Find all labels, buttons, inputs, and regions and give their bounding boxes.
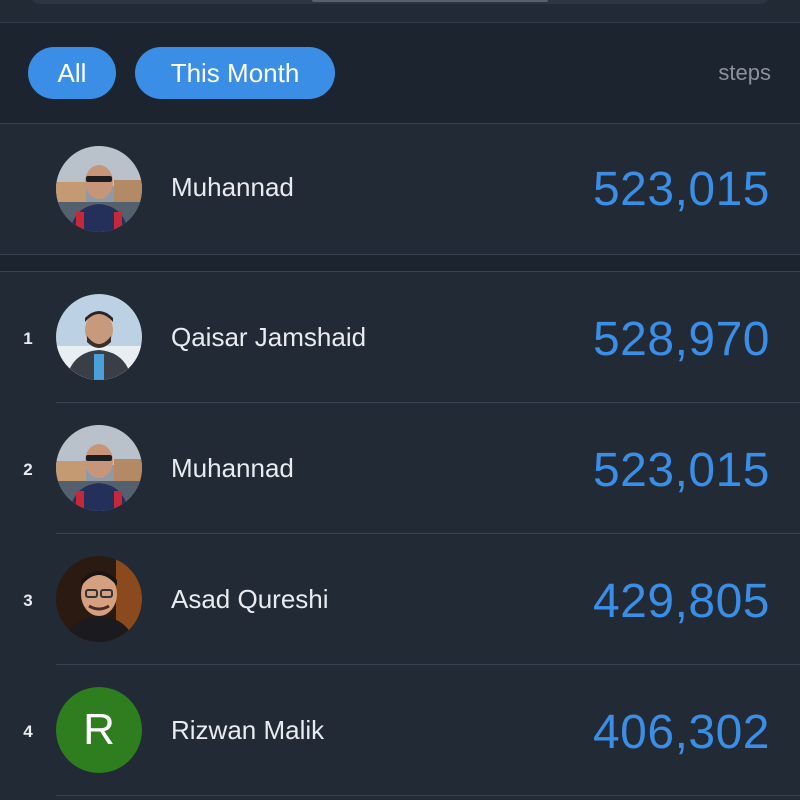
leaderboard-row[interactable]: 1 Qaisar Jamshaid 528,970	[0, 272, 800, 403]
user-name: Muhannad	[171, 172, 294, 202]
drag-handle[interactable]	[312, 0, 548, 2]
avatar-photo-man-beard	[56, 294, 142, 380]
avatar-photo-man-sunglasses	[56, 425, 142, 511]
rank-number: 4	[23, 722, 33, 741]
step-count: 523,015	[592, 163, 770, 216]
filter-all-button[interactable]: All	[28, 47, 116, 99]
step-count: 528,970	[592, 313, 770, 366]
top-search-bar[interactable]	[30, 0, 770, 4]
step-count: 406,302	[592, 706, 770, 759]
avatar-letter: R	[56, 687, 142, 773]
user-name: Asad Qureshi	[171, 584, 329, 614]
filter-bar: All This Month steps	[0, 23, 800, 123]
avatar-initial: R	[56, 687, 142, 773]
rank-number: 1	[23, 329, 33, 348]
unit-label: steps	[718, 60, 771, 85]
row-divider	[56, 795, 800, 796]
user-name: Muhannad	[171, 453, 294, 483]
leaderboard-row[interactable]: 4 R Rizwan Malik 406,302	[0, 665, 800, 796]
leaderboard-row[interactable]: 2 Muhannad 523,015	[0, 403, 800, 534]
rank-number: 2	[23, 460, 33, 479]
rank-number: 3	[23, 591, 33, 610]
user-name: Qaisar Jamshaid	[171, 322, 367, 352]
filter-this-month-button[interactable]: This Month	[135, 47, 335, 99]
step-count: 523,015	[592, 444, 770, 497]
section-separator	[0, 254, 800, 272]
leaderboard-row[interactable]: 3 Asad Qureshi 429,805	[0, 534, 800, 665]
user-name: Rizwan Malik	[171, 715, 325, 745]
avatar-photo-man-glasses	[56, 556, 142, 642]
current-user-row[interactable]: Muhannad 523,015	[0, 124, 800, 254]
leaderboard-screen: All This Month steps Muhannad 523,015 1	[0, 0, 800, 800]
step-count: 429,805	[592, 575, 770, 628]
avatar-photo-man-sunglasses	[56, 146, 142, 232]
